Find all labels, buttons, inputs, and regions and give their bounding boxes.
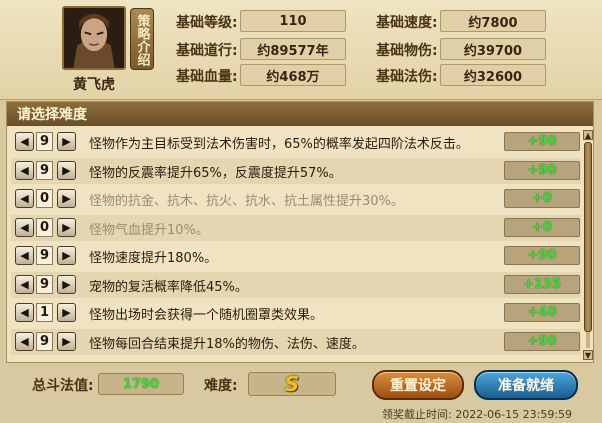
level-value: 9 xyxy=(36,274,53,294)
difficulty-list-panel: 请选择难度 ◀ 9 ▶ 怪物作为主目标受到法术伤害时，65%的概率发起四阶法术反击。 +… xyxy=(6,101,594,363)
stat-physdmg-label: 基础物伤: xyxy=(376,43,438,59)
row-bonus-value: +90 xyxy=(504,132,580,151)
difficulty-row: ◀ 0 ▶ 怪物气血提升10%。 +0 xyxy=(11,214,581,241)
stat-speed-value: 约7800 xyxy=(440,10,546,32)
level-value: 0 xyxy=(36,189,53,208)
stat-speed-label: 基础速度: xyxy=(376,15,438,31)
decrease-level-icon[interactable]: ◀ xyxy=(15,189,34,208)
increase-level-icon[interactable]: ▶ xyxy=(57,331,76,351)
decrease-level-icon[interactable]: ◀ xyxy=(15,303,34,322)
increase-level-icon[interactable]: ▶ xyxy=(57,189,76,208)
difficulty-label: 难度: xyxy=(204,378,238,394)
increase-level-icon[interactable]: ▶ xyxy=(57,160,76,180)
stat-hp-label: 基础血量: xyxy=(176,69,238,85)
strategy-intro-button[interactable]: 策略介绍 xyxy=(130,8,154,70)
row-description: 宠物的复活概率降低45%。 xyxy=(89,279,248,295)
increase-level-icon[interactable]: ▶ xyxy=(57,303,76,322)
stat-magdmg-label: 基础法伤: xyxy=(376,69,438,85)
hero-info-panel: 策略介绍 黄飞虎 基础等级: 110 基础道行: 约89577年 基础血量: 约… xyxy=(0,0,602,100)
level-value: 9 xyxy=(36,160,53,180)
decrease-level-icon[interactable]: ◀ xyxy=(15,132,34,151)
level-value: 0 xyxy=(36,217,53,237)
total-points-value: 1790 xyxy=(98,373,184,395)
level-value: 9 xyxy=(36,246,53,265)
stat-daoheng-label: 基础道行: xyxy=(176,43,238,59)
decrease-level-icon[interactable]: ◀ xyxy=(15,246,34,265)
stat-level-label: 基础等级: xyxy=(176,15,238,31)
row-description: 怪物作为主目标受到法术伤害时，65%的概率发起四阶法术反击。 xyxy=(89,137,469,152)
stat-level-value: 110 xyxy=(240,10,346,32)
stat-physdmg-value: 约39700 xyxy=(440,38,546,60)
stat-daoheng-value: 约89577年 xyxy=(240,38,346,60)
level-value: 9 xyxy=(36,132,53,151)
difficulty-row: ◀ 0 ▶ 怪物的抗金、抗木、抗火、抗水、抗土属性提升30%。 +0 xyxy=(11,186,581,212)
total-points-label: 总斗法值: xyxy=(32,378,94,394)
difficulty-header: 请选择难度 xyxy=(7,102,593,126)
row-description: 怪物出场时会获得一个随机圈罩类效果。 xyxy=(89,308,324,323)
difficulty-grade: S xyxy=(248,372,336,396)
increase-level-icon[interactable]: ▶ xyxy=(57,246,76,265)
level-value: 1 xyxy=(36,303,53,322)
row-bonus-value: +0 xyxy=(504,189,580,208)
decrease-level-icon[interactable]: ◀ xyxy=(15,274,34,294)
row-description: 怪物气血提升10%。 xyxy=(89,222,209,238)
row-bonus-value: +90 xyxy=(504,246,580,265)
row-description: 怪物每回合结束提升18%的物伤、法伤、速度。 xyxy=(89,336,365,352)
row-description: 怪物速度提升180%。 xyxy=(89,251,218,266)
ready-button[interactable]: 准备就绪 xyxy=(474,370,578,400)
increase-level-icon[interactable]: ▶ xyxy=(57,132,76,151)
decrease-level-icon[interactable]: ◀ xyxy=(15,160,34,180)
row-description: 怪物的反震率提升65%，反震度提升57%。 xyxy=(89,165,342,181)
scroll-thumb[interactable] xyxy=(584,142,592,332)
decrease-level-icon[interactable]: ◀ xyxy=(15,217,34,237)
level-value: 9 xyxy=(36,331,53,351)
difficulty-row: ◀ 9 ▶ 怪物作为主目标受到法术伤害时，65%的概率发起四阶法术反击。 +90 xyxy=(11,129,581,155)
row-bonus-value: +40 xyxy=(504,303,580,322)
difficulty-row: ◀ 9 ▶ 怪物的反震率提升65%，反震度提升57%。 +90 xyxy=(11,157,581,184)
difficulty-row: ◀ 1 ▶ 怪物出场时会获得一个随机圈罩类效果。 +40 xyxy=(11,300,581,326)
row-bonus-value: +90 xyxy=(504,160,580,180)
hero-name: 黄飞虎 xyxy=(73,77,115,93)
stat-magdmg-value: 约32600 xyxy=(440,64,546,86)
difficulty-row: ◀ 9 ▶ 怪物速度提升180%。 +90 xyxy=(11,243,581,269)
hero-portrait xyxy=(62,6,126,70)
difficulty-row: ◀ 9 ▶ 宠物的复活概率降低45%。 +135 xyxy=(11,271,581,298)
row-bonus-value: +135 xyxy=(504,274,580,294)
stat-hp-value: 约468万 xyxy=(240,64,346,86)
reset-settings-button[interactable]: 重置设定 xyxy=(372,370,464,400)
row-bonus-value: +90 xyxy=(504,331,580,351)
reward-deadline-text: 领奖截止时间: 2022-06-15 23:59:59 xyxy=(382,408,573,421)
row-description: 怪物的抗金、抗木、抗火、抗水、抗土属性提升30%。 xyxy=(89,194,404,209)
increase-level-icon[interactable]: ▶ xyxy=(57,217,76,237)
decrease-level-icon[interactable]: ◀ xyxy=(15,331,34,351)
increase-level-icon[interactable]: ▶ xyxy=(57,274,76,294)
scrollbar[interactable]: ▲ ▼ xyxy=(583,130,593,360)
scroll-up-icon[interactable]: ▲ xyxy=(583,130,593,140)
row-bonus-value: +0 xyxy=(504,217,580,237)
scroll-down-icon[interactable]: ▼ xyxy=(583,350,593,360)
difficulty-row: ◀ 9 ▶ 怪物每回合结束提升18%的物伤、法伤、速度。 +90 xyxy=(11,328,581,355)
